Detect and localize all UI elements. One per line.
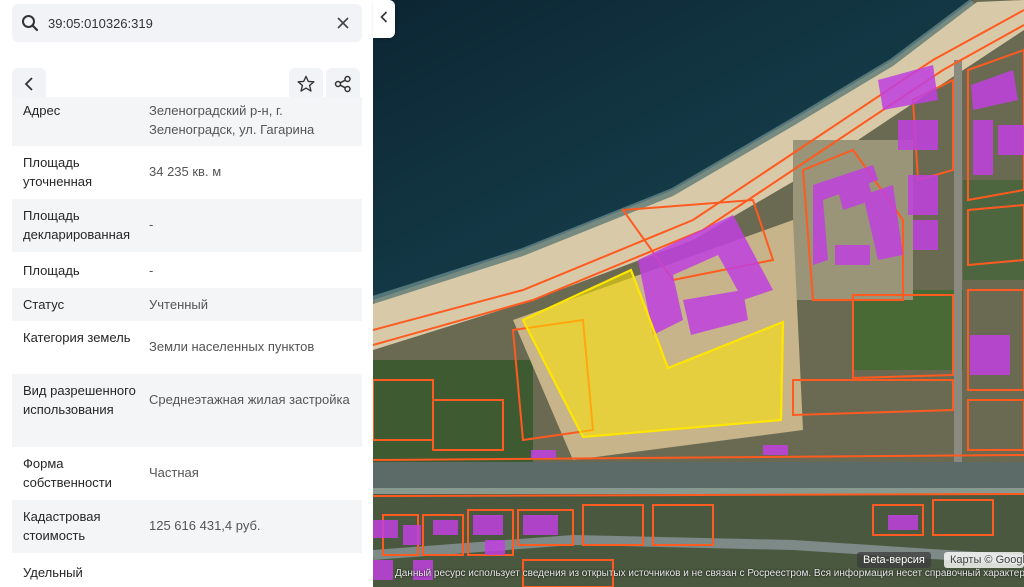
info-label: Удельный (23, 565, 83, 580)
back-icon (24, 76, 34, 96)
info-row-area-declared: Площадь декларированная - (12, 199, 362, 252)
info-row-land-category: Категория земель Земли населенных пункто… (12, 321, 362, 374)
parcel-info-list: Адрес Зеленоградский р-н, г. Зеленоградс… (12, 97, 362, 587)
info-label: Вид разрешенного использования (23, 383, 136, 417)
info-value (149, 563, 351, 587)
forest-area (373, 360, 533, 470)
info-value: Земли населенных пунктов (149, 339, 315, 354)
info-row-specific-value: Удельный (12, 553, 362, 587)
collapse-panel-button[interactable] (373, 0, 395, 38)
info-label: Форма собственности (23, 456, 112, 490)
info-label: Площадь (23, 263, 80, 278)
info-value: Учтенный (149, 297, 209, 312)
search-bar (12, 4, 362, 42)
info-value: - (149, 263, 154, 278)
beta-badge: Beta-версия (857, 552, 931, 568)
close-icon[interactable] (334, 14, 352, 32)
info-row-address: Адрес Зеленоградский р-н, г. Зеленоградс… (12, 97, 362, 146)
info-row-ownership: Форма собственности Частная (12, 447, 362, 500)
info-label: Кадастровая стоимость (23, 509, 101, 543)
info-row-cadastral-value: Кадастровая стоимость 125 616 431,4 руб. (12, 500, 362, 553)
map-disclaimer: Данный ресурс использует сведения из отк… (395, 568, 1024, 579)
info-value: 125 616 431,4 руб. (149, 518, 261, 533)
info-row-area: Площадь - (12, 252, 362, 288)
chevron-left-icon (380, 10, 388, 28)
info-value: Среднеэтажная жилая застройка (149, 392, 350, 407)
info-value: 34 235 кв. м (149, 164, 222, 179)
share-icon (334, 75, 352, 98)
info-panel: Адрес Зеленоградский р-н, г. Зеленоградс… (0, 0, 373, 587)
info-value: - (149, 217, 154, 232)
info-label: Категория земель (23, 330, 131, 345)
info-label: Площадь уточненная (23, 155, 93, 189)
star-icon (297, 75, 315, 98)
search-input[interactable] (48, 15, 318, 31)
info-value: Частная (149, 465, 199, 480)
park-area (853, 290, 963, 370)
info-label: Адрес (23, 103, 61, 118)
map-credit: Карты © Google (944, 552, 1024, 568)
search-icon[interactable] (12, 14, 48, 32)
info-value: Зеленоградский р-н, г. Зеленоградск, ул.… (149, 103, 315, 137)
info-label: Статус (23, 297, 65, 312)
info-label: Площадь декларированная (23, 208, 131, 242)
satellite-map[interactable] (373, 0, 1024, 587)
map-canvas[interactable] (373, 0, 1024, 587)
info-row-permitted-use: Вид разрешенного использования Среднеэта… (12, 374, 362, 447)
road-verge (373, 488, 1024, 494)
main-road (373, 462, 1024, 488)
info-row-area-specified: Площадь уточненная 34 235 кв. м (12, 146, 362, 199)
info-row-status: Статус Учтенный (12, 288, 362, 321)
